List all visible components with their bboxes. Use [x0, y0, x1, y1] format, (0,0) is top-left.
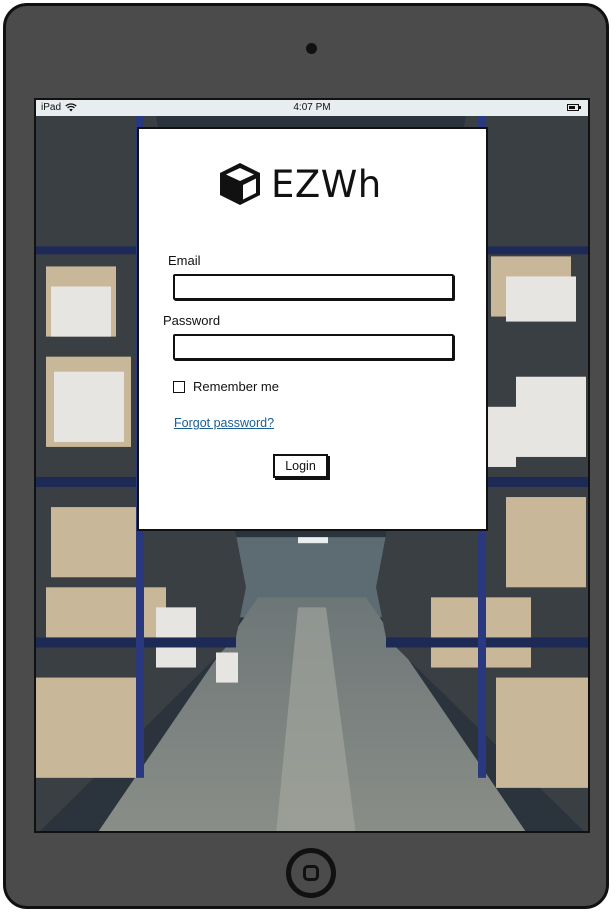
login-button[interactable]: Login [273, 454, 328, 478]
remember-label: Remember me [193, 379, 279, 394]
email-field[interactable] [173, 274, 454, 300]
home-button-inner [291, 853, 331, 893]
password-label: Password [163, 313, 221, 328]
logo-text: EZWh [271, 162, 382, 206]
camera [306, 43, 317, 54]
remember-checkbox[interactable] [173, 381, 185, 393]
status-time: 4:07 PM [293, 102, 331, 113]
email-label: Email [168, 253, 201, 268]
battery-icon [567, 104, 581, 111]
login-card: EZWh Email Password Remember me Forgot p… [137, 127, 488, 531]
ipad-frame: iPad 4:07 PM EZWh Email Password Remembe… [3, 3, 609, 909]
box-icon [220, 163, 260, 205]
logo: EZWh [217, 161, 382, 207]
screen: iPad 4:07 PM EZWh Email Password Remembe… [34, 98, 590, 833]
status-bar: iPad 4:07 PM [36, 100, 588, 116]
forgot-password-link[interactable]: Forgot password? [174, 416, 274, 430]
home-button[interactable] [286, 848, 336, 898]
password-field[interactable] [173, 334, 454, 360]
home-square-icon [303, 865, 319, 881]
battery-level [569, 106, 575, 109]
